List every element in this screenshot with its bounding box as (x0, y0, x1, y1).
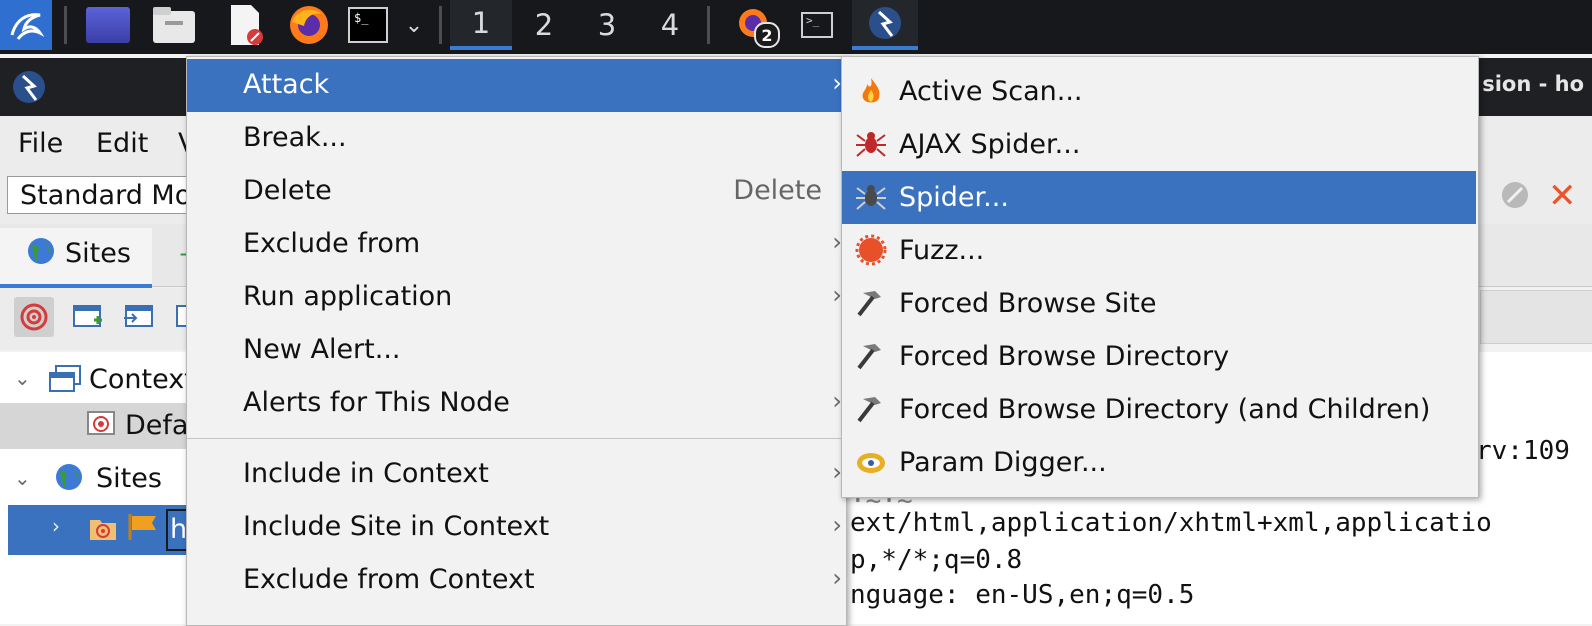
submenu-item-forced-browse-directory[interactable]: Forced Browse Directory (842, 330, 1476, 383)
menu-item-alerts-for-node[interactable]: Alerts for This Node › (187, 377, 844, 430)
menu-shortcut: Delete (733, 175, 822, 206)
chevron-right-icon[interactable]: › (52, 514, 60, 538)
flag-icon (126, 512, 160, 546)
terminal-icon[interactable]: $_ (346, 0, 390, 50)
disabled-stop-icon (1500, 180, 1530, 214)
menu-item-new-alert[interactable]: New Alert... (187, 324, 844, 377)
taskbar-separator (707, 6, 710, 44)
request-line: ext/html,application/xhtml+xml,applicati… (850, 508, 1492, 538)
import-context-icon[interactable] (118, 297, 158, 337)
close-icon[interactable]: ✕ (1548, 176, 1577, 216)
globe-icon (54, 462, 84, 496)
request-line: rv:109 (1476, 436, 1570, 466)
workspace-2[interactable]: 2 (513, 0, 575, 50)
menu-item-exclude-from-context[interactable]: Exclude from Context › (187, 554, 844, 607)
hammer-icon (854, 286, 888, 320)
show-only-in-scope-icon[interactable] (14, 297, 54, 337)
show-desktop-icon[interactable] (84, 0, 132, 50)
request-line: nguage: en-US,en;q=0.5 (850, 580, 1195, 610)
menu-item-include-site-in-context[interactable]: Include Site in Context › (187, 501, 844, 554)
menu-file[interactable]: File (18, 128, 63, 159)
window-title: sion - ho (1482, 72, 1584, 96)
submenu-item-active-scan[interactable]: Active Scan... (842, 65, 1476, 118)
param-digger-icon (854, 445, 888, 479)
contexts-icon (48, 364, 82, 398)
submenu-item-forced-browse-site[interactable]: Forced Browse Site (842, 277, 1476, 330)
tab-sites-label: Sites (65, 238, 131, 269)
fuzz-icon (854, 233, 888, 267)
attack-submenu: Active Scan... AJAX Spider... Spider... … (841, 56, 1479, 498)
menu-item-attack[interactable]: Attack › (187, 59, 844, 112)
terminal-task-icon[interactable]: >_ (795, 0, 839, 50)
request-line: p,*/*;q=0.8 (850, 545, 1023, 575)
taskbar-separator (439, 6, 442, 44)
taskbar-separator (64, 6, 67, 44)
submenu-item-fuzz[interactable]: Fuzz... (842, 224, 1476, 277)
menu-item-run-application[interactable]: Run application › (187, 271, 844, 324)
firefox-task-icon[interactable]: 2 (730, 0, 780, 50)
text-editor-icon[interactable] (222, 0, 268, 50)
new-context-icon[interactable] (68, 297, 108, 337)
default-context-icon (86, 410, 116, 442)
spider-icon (854, 180, 888, 214)
submenu-item-ajax-spider[interactable]: AJAX Spider... (842, 118, 1476, 171)
workspace-1[interactable]: 1 (450, 0, 512, 50)
submenu-item-param-digger[interactable]: Param Digger... (842, 436, 1476, 489)
context-menu: Attack › Break... Delete Delete Exclude … (186, 56, 847, 626)
tree-default-context-label: Defa (125, 410, 189, 441)
chevron-down-icon[interactable]: ⌄ (14, 466, 31, 490)
submenu-item-spider[interactable]: Spider... (842, 171, 1476, 224)
menu-edit[interactable]: Edit (96, 128, 148, 159)
red-spider-icon (854, 127, 888, 161)
chevron-right-icon: › (832, 511, 842, 539)
menu-item-include-in-context[interactable]: Include in Context › (187, 448, 844, 501)
workspace-3[interactable]: 3 (576, 0, 638, 50)
zap-app-icon (12, 70, 46, 108)
tree-sites-label[interactable]: Sites (96, 463, 162, 494)
menu-separator (187, 438, 844, 439)
chevron-down-icon[interactable]: ⌄ (14, 366, 31, 390)
zap-task-icon[interactable] (852, 0, 918, 50)
kali-menu-icon[interactable] (0, 0, 52, 50)
tree-contexts-label[interactable]: Context (89, 364, 195, 395)
globe-icon (26, 236, 56, 270)
taskbar: $_ ⌄ 1 2 3 4 2 >_ (0, 0, 1592, 54)
menu-item-delete[interactable]: Delete Delete (187, 165, 844, 218)
menu-item-break[interactable]: Break... (187, 112, 844, 165)
firefox-icon[interactable] (286, 0, 332, 50)
flame-icon (854, 74, 888, 108)
hammer-icon (854, 392, 888, 426)
hammer-icon (854, 339, 888, 373)
workspace-4[interactable]: 4 (639, 0, 701, 50)
menu-item-exclude-from[interactable]: Exclude from › (187, 218, 844, 271)
window-count-badge: 2 (754, 22, 780, 48)
request-panel-header (1480, 290, 1592, 344)
submenu-item-forced-browse-directory-children[interactable]: Forced Browse Directory (and Children) (842, 383, 1476, 436)
file-manager-icon[interactable] (150, 0, 198, 50)
site-folder-icon (88, 514, 118, 546)
chevron-down-icon[interactable]: ⌄ (400, 0, 428, 50)
chevron-right-icon: › (832, 564, 842, 592)
